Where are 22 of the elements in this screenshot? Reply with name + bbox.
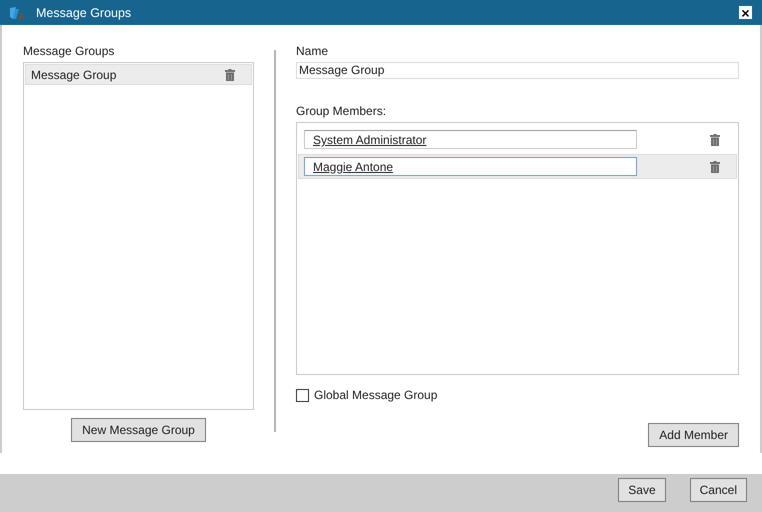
cancel-button[interactable]: Cancel (690, 478, 747, 502)
group-name: Message Group (31, 68, 116, 82)
member-row[interactable]: Maggie Antone (298, 154, 737, 179)
trash-icon[interactable] (710, 134, 720, 146)
app-logo-icon (8, 4, 26, 20)
trash-icon[interactable] (710, 160, 720, 172)
member-row[interactable]: System Administrator (298, 127, 737, 152)
member-field[interactable]: Maggie Antone (304, 157, 637, 176)
window-title: Message Groups (36, 6, 132, 20)
checkbox[interactable] (296, 388, 309, 402)
list-item[interactable]: Message Group (25, 64, 252, 85)
new-group-button[interactable]: New Message Group (71, 418, 206, 442)
close-button[interactable]: × (739, 6, 752, 19)
save-button[interactable]: Save (618, 478, 666, 502)
members-label: Group Members: (296, 104, 388, 119)
groups-label: Message Groups (23, 44, 116, 59)
checkbox-label: Global Message Group (314, 388, 438, 402)
name-label: Name (296, 44, 330, 59)
name-field[interactable]: Message Group (296, 62, 739, 79)
trash-icon[interactable] (225, 68, 235, 80)
member-field[interactable]: System Administrator (304, 130, 637, 149)
add-member-button[interactable]: Add Member (648, 423, 739, 447)
